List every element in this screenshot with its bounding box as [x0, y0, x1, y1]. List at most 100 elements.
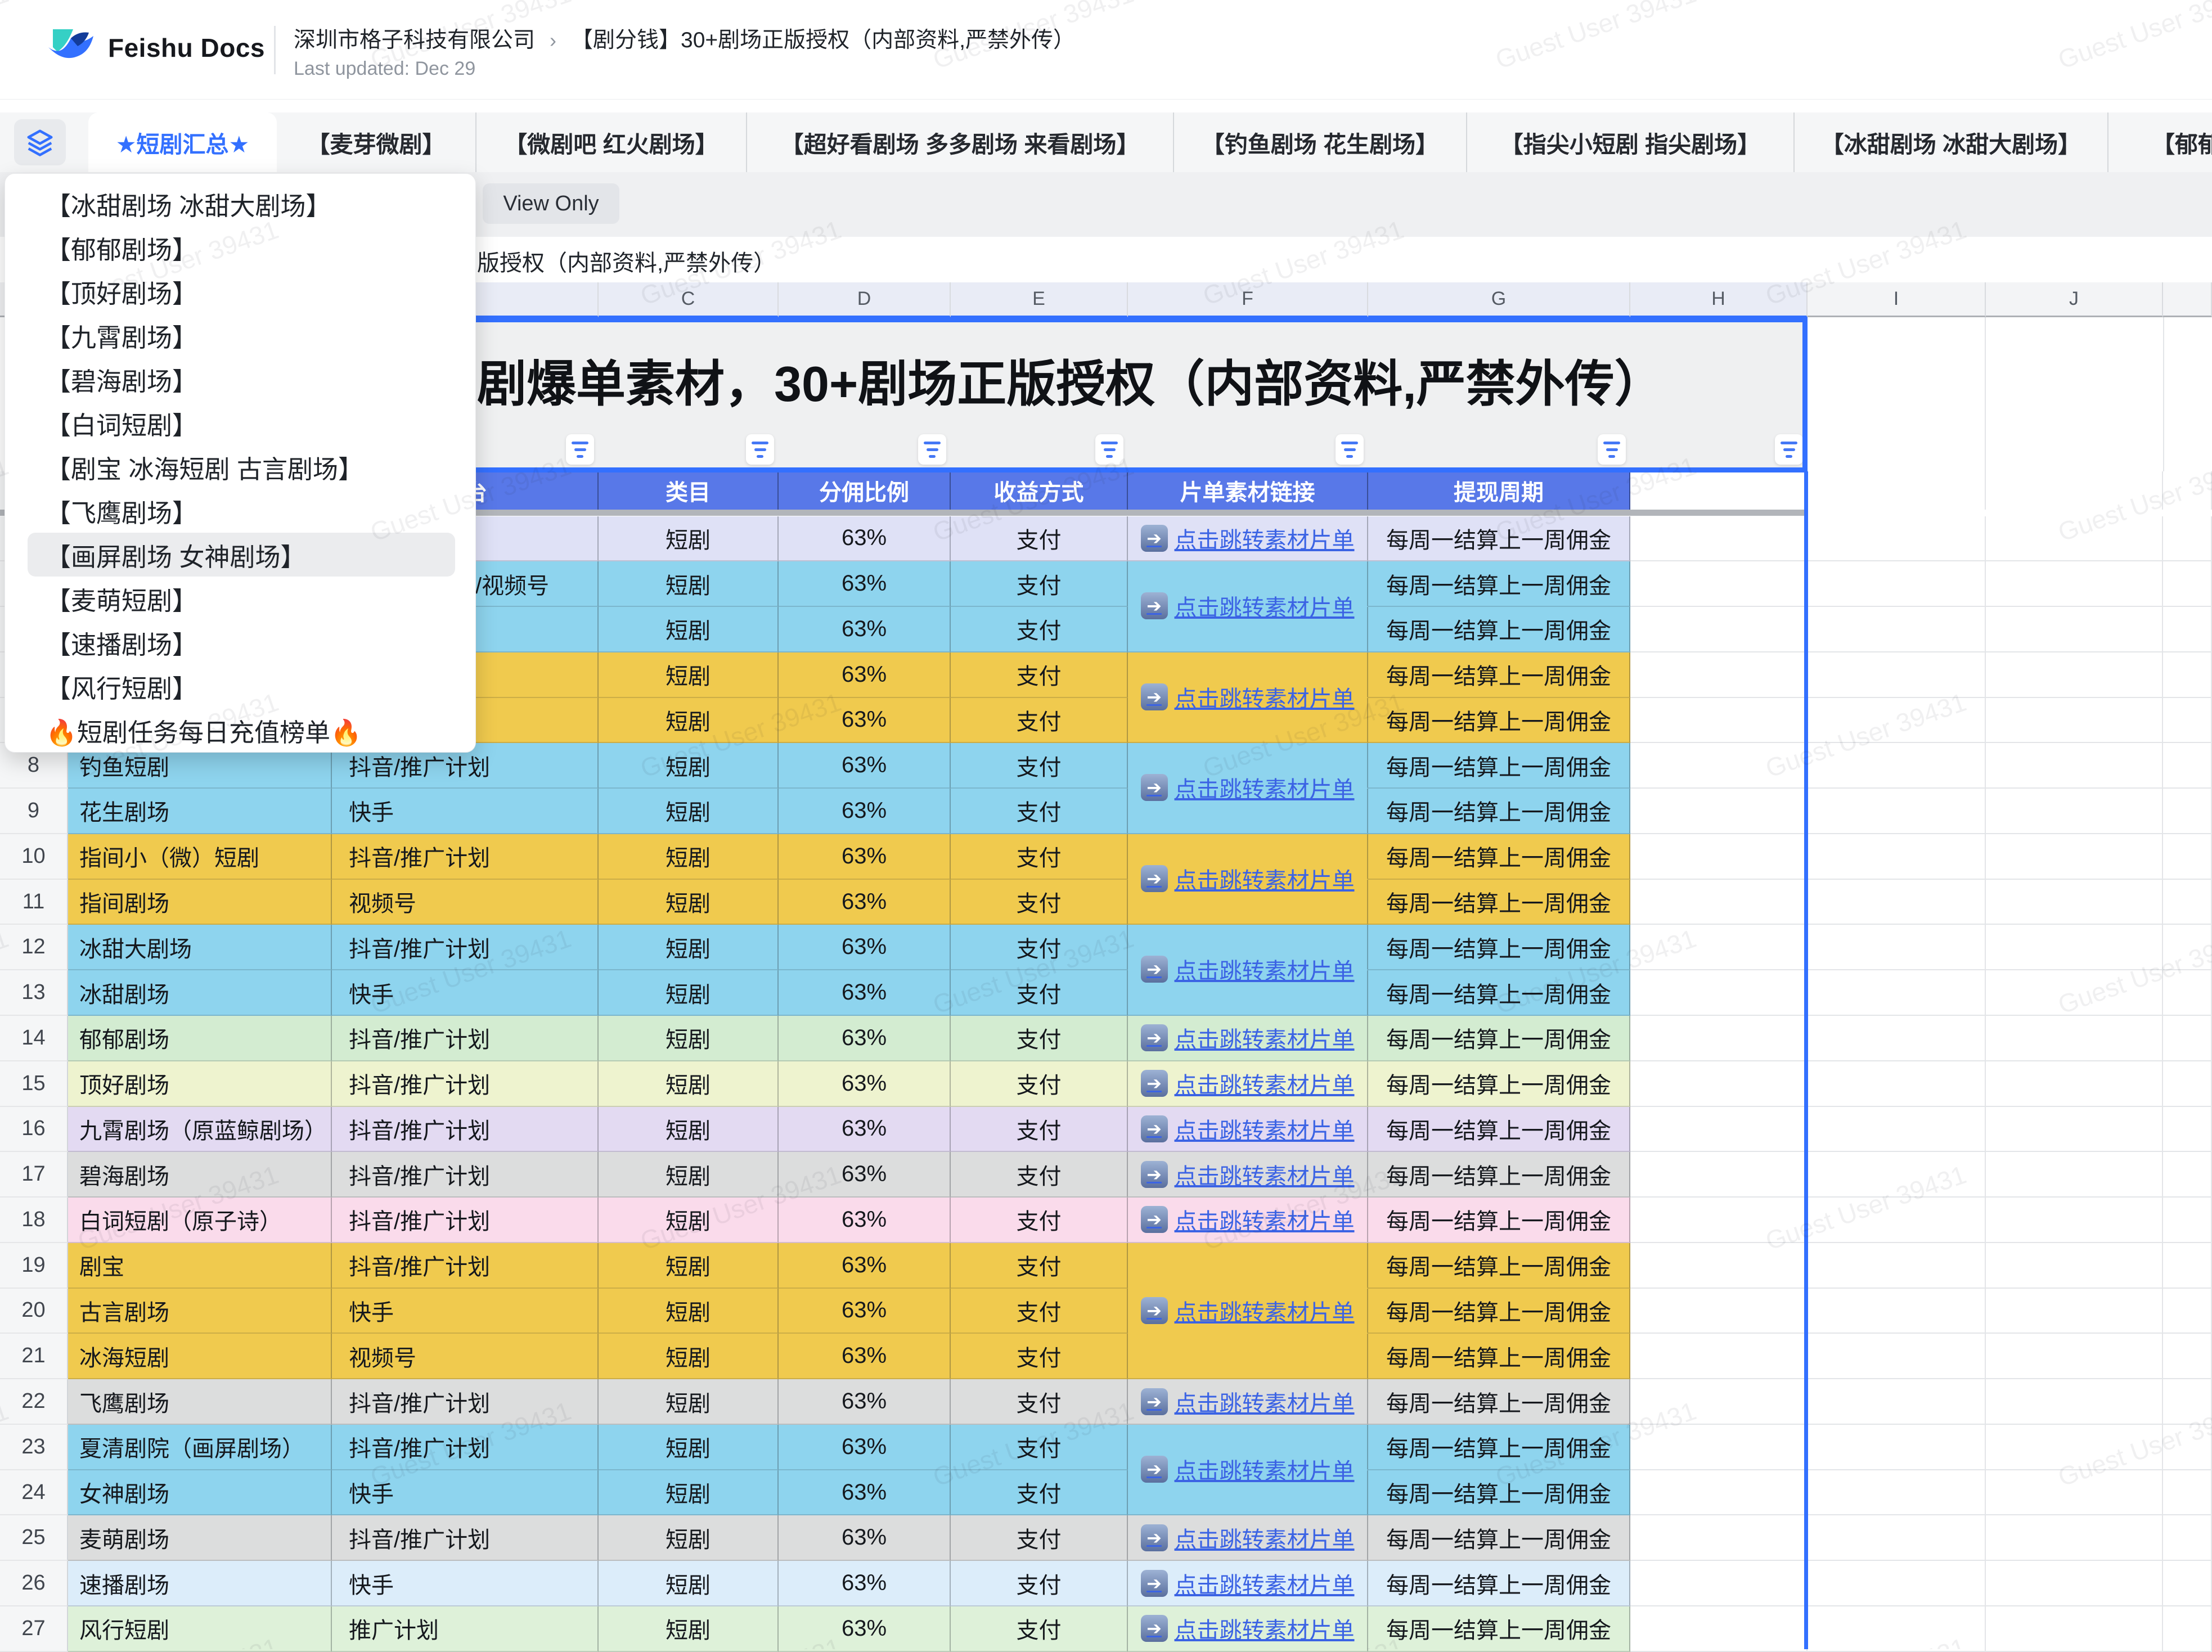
cell-k[interactable]: [2163, 1289, 2212, 1334]
cell-k[interactable]: [2163, 1016, 2212, 1061]
cell-k[interactable]: [2163, 880, 2212, 925]
header-cell-g[interactable]: 提现周期: [1368, 471, 1630, 510]
dropdown-item[interactable]: 【九霄剧场】: [5, 313, 475, 357]
cell-j[interactable]: [1986, 1561, 2163, 1606]
theater-name-cell[interactable]: 郁郁剧场: [68, 1016, 332, 1061]
row-number[interactable]: 22: [0, 1379, 68, 1425]
cell-j[interactable]: [1986, 1425, 2163, 1470]
sheet-tab[interactable]: 【麦芽微剧】: [277, 112, 475, 172]
cell-i[interactable]: [1808, 516, 1986, 562]
income-cell[interactable]: 支付: [951, 743, 1128, 789]
theater-name-cell[interactable]: 剧宝: [68, 1243, 332, 1289]
material-link[interactable]: ➔点击跳转素材片单: [1141, 1385, 1355, 1418]
cell-j[interactable]: [1986, 1198, 2163, 1243]
cell-k[interactable]: [2163, 1152, 2212, 1198]
sheet-tab[interactable]: 【冰甜剧场 冰甜大剧场】: [1793, 112, 2107, 172]
filter-icon[interactable]: [566, 434, 594, 465]
cell-j[interactable]: [1986, 880, 2163, 925]
material-cell[interactable]: ➔点击跳转素材片单: [1128, 1016, 1368, 1061]
income-cell[interactable]: 支付: [951, 1379, 1128, 1425]
material-link[interactable]: ➔点击跳转素材片单: [1141, 1021, 1355, 1054]
cell-j[interactable]: [1986, 561, 2163, 607]
cell-h[interactable]: [1630, 970, 1808, 1016]
material-link[interactable]: ➔点击跳转素材片单: [1141, 1453, 1355, 1486]
cell-i[interactable]: [1808, 743, 1986, 789]
material-cell[interactable]: ➔点击跳转素材片单: [1128, 1515, 1368, 1561]
dropdown-item[interactable]: 🔥短剧任务每日充值榜单🔥: [5, 708, 475, 752]
category-cell[interactable]: 短剧: [599, 970, 779, 1016]
income-cell[interactable]: 支付: [951, 834, 1128, 880]
platform-cell[interactable]: 快手: [332, 1561, 599, 1606]
cell-h[interactable]: [1630, 1425, 1808, 1470]
row-number[interactable]: 15: [0, 1061, 68, 1107]
income-cell[interactable]: 支付: [951, 1198, 1128, 1243]
platform-cell[interactable]: 快手: [332, 1289, 599, 1334]
material-link[interactable]: ➔点击跳转素材片单: [1141, 522, 1355, 555]
column-header-g[interactable]: G: [1368, 282, 1630, 317]
theater-name-cell[interactable]: 冰海短剧: [68, 1334, 332, 1379]
platform-cell[interactable]: 抖音/推广计划: [332, 1515, 599, 1561]
platform-cell[interactable]: 抖音/推广计划: [332, 1425, 599, 1470]
theater-name-cell[interactable]: 飞鹰剧场: [68, 1379, 332, 1425]
row-number[interactable]: 21: [0, 1334, 68, 1379]
cell-h[interactable]: [1630, 1606, 1808, 1652]
cell-j[interactable]: [1986, 698, 2163, 744]
income-cell[interactable]: 支付: [951, 1152, 1128, 1198]
commission-cell[interactable]: 63%: [779, 834, 951, 880]
cell-j[interactable]: [1986, 925, 2163, 970]
category-cell[interactable]: 短剧: [599, 1470, 779, 1516]
withdraw-cell[interactable]: 每周一结算上一周佣金: [1368, 1152, 1630, 1198]
commission-cell[interactable]: 63%: [779, 1470, 951, 1516]
theater-name-cell[interactable]: 夏清剧院（画屏剧场）: [68, 1425, 332, 1470]
platform-cell[interactable]: 抖音/推广计划: [332, 1061, 599, 1107]
income-cell[interactable]: 支付: [951, 1470, 1128, 1516]
cell-i[interactable]: [1808, 970, 1986, 1016]
cell-i[interactable]: [1808, 1061, 1986, 1107]
theater-name-cell[interactable]: 麦萌剧场: [68, 1515, 332, 1561]
material-cell[interactable]: ➔点击跳转素材片单: [1128, 1107, 1368, 1153]
row-number[interactable]: 23: [0, 1425, 68, 1470]
income-cell[interactable]: 支付: [951, 607, 1128, 652]
category-cell[interactable]: 短剧: [599, 1561, 779, 1606]
withdraw-cell[interactable]: 每周一结算上一周佣金: [1368, 1334, 1630, 1379]
column-header-d[interactable]: D: [779, 282, 951, 317]
platform-cell[interactable]: 抖音/推广计划: [332, 1107, 599, 1153]
material-cell[interactable]: ➔点击跳转素材片单: [1128, 1379, 1368, 1425]
cell-i[interactable]: [1808, 1198, 1986, 1243]
cell-i[interactable]: [1808, 789, 1986, 834]
column-header-k[interactable]: [2163, 282, 2212, 317]
income-cell[interactable]: 支付: [951, 698, 1128, 744]
income-cell[interactable]: 支付: [951, 880, 1128, 925]
category-cell[interactable]: 短剧: [599, 1016, 779, 1061]
row-number[interactable]: 27: [0, 1606, 68, 1652]
commission-cell[interactable]: 63%: [779, 1561, 951, 1606]
material-cell[interactable]: ➔点击跳转素材片单: [1128, 925, 1368, 970]
cell-j[interactable]: [1986, 1107, 2163, 1153]
dropdown-item[interactable]: 【速播剧场】: [5, 620, 475, 664]
dropdown-item[interactable]: 【风行短剧】: [5, 664, 475, 708]
sheet-tab[interactable]: 【指尖小短剧 指尖剧场】: [1466, 112, 1793, 172]
cell-i[interactable]: [1808, 1606, 1986, 1652]
material-cell[interactable]: ➔点击跳转素材片单: [1128, 1606, 1368, 1652]
cell-k[interactable]: [2163, 561, 2212, 607]
income-cell[interactable]: 支付: [951, 1243, 1128, 1289]
material-cell[interactable]: ➔点击跳转素材片单: [1128, 743, 1368, 789]
commission-cell[interactable]: 63%: [779, 1198, 951, 1243]
cell-i[interactable]: [1808, 1379, 1986, 1425]
cell-i[interactable]: [1808, 607, 1986, 652]
category-cell[interactable]: 短剧: [599, 1379, 779, 1425]
material-link[interactable]: ➔点击跳转素材片单: [1141, 1113, 1355, 1145]
withdraw-cell[interactable]: 每周一结算上一周佣金: [1368, 834, 1630, 880]
category-cell[interactable]: 短剧: [599, 1107, 779, 1153]
cell-j[interactable]: [1986, 1515, 2163, 1561]
filter-icon[interactable]: [918, 434, 946, 465]
income-cell[interactable]: 支付: [951, 1061, 1128, 1107]
withdraw-cell[interactable]: 每周一结算上一周佣金: [1368, 880, 1630, 925]
platform-cell[interactable]: 视频号: [332, 880, 599, 925]
category-cell[interactable]: 短剧: [599, 1152, 779, 1198]
category-cell[interactable]: 短剧: [599, 516, 779, 562]
category-cell[interactable]: 短剧: [599, 1061, 779, 1107]
cell-i[interactable]: [1808, 1425, 1986, 1470]
material-link[interactable]: ➔点击跳转素材片单: [1141, 589, 1355, 622]
cell-k[interactable]: [2163, 607, 2212, 652]
